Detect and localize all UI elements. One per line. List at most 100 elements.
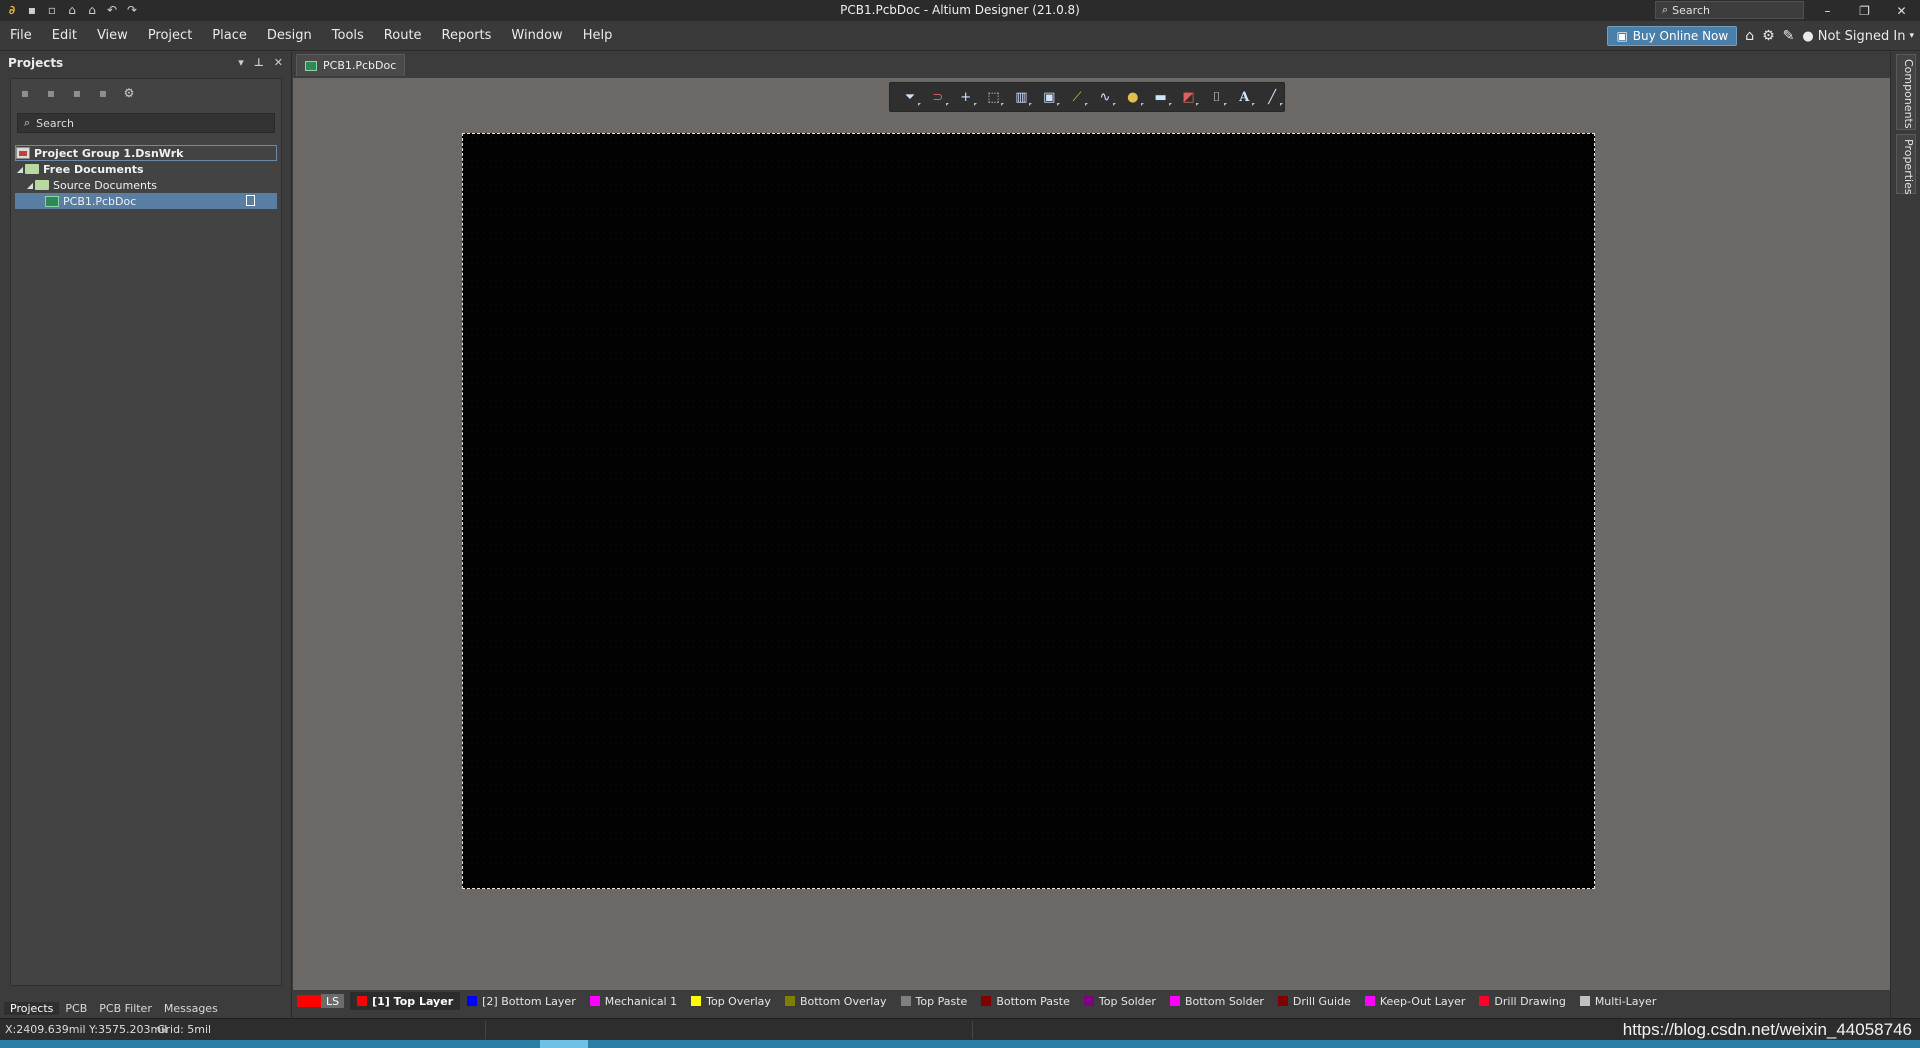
gear-icon[interactable]: ⚙ [1762,28,1775,44]
layer-color-swatch [1579,996,1590,1006]
filter-icon[interactable]: ⏷ [898,86,922,108]
status-divider [485,1021,486,1039]
tree-item-project-group[interactable]: Project Group 1.DsnWrk [15,145,277,161]
panel-controls: ▾ ⊥ ✕ [238,56,283,69]
select-rectangle-icon[interactable]: ⬚ [982,86,1006,108]
layer-tab[interactable]: [1] Top Layer [350,992,461,1010]
restore-button[interactable]: ❐ [1846,0,1883,21]
sign-in-menu[interactable]: ● Not Signed In ▾ [1802,29,1914,44]
dimension-icon[interactable]: ⌷ [1204,86,1228,108]
global-search-input[interactable]: ⌕ Search [1655,1,1804,19]
layer-tab-label: Drill Guide [1292,994,1351,1008]
search-icon: ⌕ [24,116,31,129]
pcb-workspace[interactable]: ⏷ ⊃ + ⬚ ▥ ▣ ⟋ ∿ ● ▬ ◩ ⌷ A ╱ [293,78,1890,990]
tab-pcb-filter[interactable]: PCB Filter [93,1002,158,1015]
layer-color-swatch [1364,996,1375,1006]
search-icon: ⌕ [1662,3,1669,16]
close-button[interactable]: ✕ [1883,0,1920,21]
pcb-board[interactable] [462,133,1595,889]
text-icon[interactable]: A [1232,86,1256,108]
notifications-icon[interactable]: ✎ [1783,28,1795,44]
keepout-icon[interactable]: ◩ [1177,86,1201,108]
tab-projects[interactable]: Projects [4,1001,60,1015]
tree-item-label: Project Group 1.DsnWrk [34,146,184,160]
save-icon[interactable]: ▪ [17,85,33,101]
via-icon[interactable]: ● [1121,86,1145,108]
tab-messages[interactable]: Messages [158,1002,224,1015]
layer-tab[interactable]: Bottom Paste [974,992,1077,1010]
copy-icon[interactable]: ▪ [43,85,59,101]
place-component-icon[interactable]: ▣ [1037,86,1061,108]
tab-pcb[interactable]: PCB [59,1002,93,1015]
folder-icon[interactable]: ▪ [69,85,85,101]
tree-item-source-documents[interactable]: ◢ Source Documents [15,177,277,193]
layer-tab[interactable]: Bottom Solder [1163,992,1271,1010]
menu-tools[interactable]: Tools [322,28,374,43]
tab-properties[interactable]: Properties [1896,134,1916,195]
menu-place[interactable]: Place [202,28,257,43]
layer-tab-label: Drill Drawing [1494,994,1566,1008]
window-title: PCB1.PcbDoc - Altium Designer (21.0.8) [840,3,1080,17]
menu-route[interactable]: Route [374,28,432,43]
menu-help[interactable]: Help [573,28,623,43]
panel-menu-icon[interactable]: ▾ [238,56,244,69]
layer-tab-label: Top Solder [1098,994,1156,1008]
gear-icon[interactable]: ⚙ [121,85,137,101]
line-icon[interactable]: ╱ [1260,86,1284,108]
layer-color-swatch [981,996,992,1006]
layer-tab[interactable]: [2] Bottom Layer [460,992,583,1010]
home-icon[interactable]: ⌂ [1745,28,1754,44]
layer-color-swatch [1277,996,1288,1006]
tab-components[interactable]: Components [1896,54,1916,130]
layer-tab[interactable]: Bottom Overlay [778,992,894,1010]
layer-tab[interactable]: Drill Guide [1271,992,1358,1010]
layer-tab[interactable]: Top Paste [894,992,975,1010]
snap-icon[interactable]: ⊃ [926,86,950,108]
project-search-input[interactable]: ⌕ Search [17,113,275,133]
buy-online-button[interactable]: ▣ Buy Online Now [1607,26,1738,46]
interactive-diff-pair-icon[interactable]: ∿ [1093,86,1117,108]
layer-tab[interactable]: Top Overlay [684,992,778,1010]
cart-icon: ▣ [1616,29,1628,43]
tree-item-label: Free Documents [43,162,144,176]
layer-tab[interactable]: Keep-Out Layer [1358,992,1473,1010]
polygon-icon[interactable]: ▬ [1149,86,1173,108]
layer-tab[interactable]: Top Solder [1077,992,1163,1010]
expand-arrow-icon[interactable]: ◢ [15,165,25,174]
cursor-coordinates: X:2409.639mil Y:3575.203mil [5,1023,168,1036]
layer-tab[interactable]: Drill Drawing [1472,992,1572,1010]
menu-window[interactable]: Window [501,28,572,43]
document-tab-pcb1[interactable]: PCB1.PcbDoc [296,54,406,76]
panel-close-icon[interactable]: ✕ [274,56,283,69]
close-document-icon[interactable]: ▪ [95,85,111,101]
tree-item-label: Source Documents [53,178,157,192]
menu-file[interactable]: File [0,28,42,43]
current-layer-swatch [297,995,321,1007]
layer-tab-label: Bottom Solder [1184,994,1264,1008]
minimize-button[interactable]: – [1809,0,1846,21]
title-bar: ∂ ▪ ▫ ⌂ ⌂ ↶ ↷ PCB1.PcbDoc - Altium Desig… [0,0,1920,21]
status-bar: X:2409.639mil Y:3575.203mil Grid: 5mil h… [0,1018,1920,1040]
layer-color-swatch [691,996,702,1006]
pcb-document-icon [305,60,317,71]
menu-design[interactable]: Design [257,28,322,43]
folder-icon [35,180,49,190]
pin-icon[interactable]: ⊥ [254,56,264,69]
expand-arrow-icon[interactable]: ◢ [25,181,35,190]
align-icon[interactable]: ▥ [1009,86,1033,108]
crosshair-icon[interactable]: + [954,86,978,108]
menu-project[interactable]: Project [138,28,202,43]
layer-tab[interactable]: Multi-Layer [1573,992,1664,1010]
tree-item-free-documents[interactable]: ◢ Free Documents [15,161,277,177]
menu-view[interactable]: View [87,28,138,43]
route-icon[interactable]: ⟋ [1065,86,1089,108]
layer-list: [1] Top Layer [2] Bottom Layer Mechanical … [350,992,1663,1010]
menu-edit[interactable]: Edit [42,28,87,43]
layer-set-button[interactable]: LS [321,994,345,1008]
layer-tab-label: [1] Top Layer [372,994,454,1008]
top-right-tools: ▣ Buy Online Now ⌂ ⚙ ✎ ● Not Signed In ▾ [1607,26,1914,46]
layer-tab[interactable]: Mechanical 1 [583,992,684,1010]
tree-item-pcb-doc[interactable]: PCB1.PcbDoc [15,193,277,209]
layer-tab-label: Bottom Paste [996,994,1070,1008]
menu-reports[interactable]: Reports [432,28,502,43]
